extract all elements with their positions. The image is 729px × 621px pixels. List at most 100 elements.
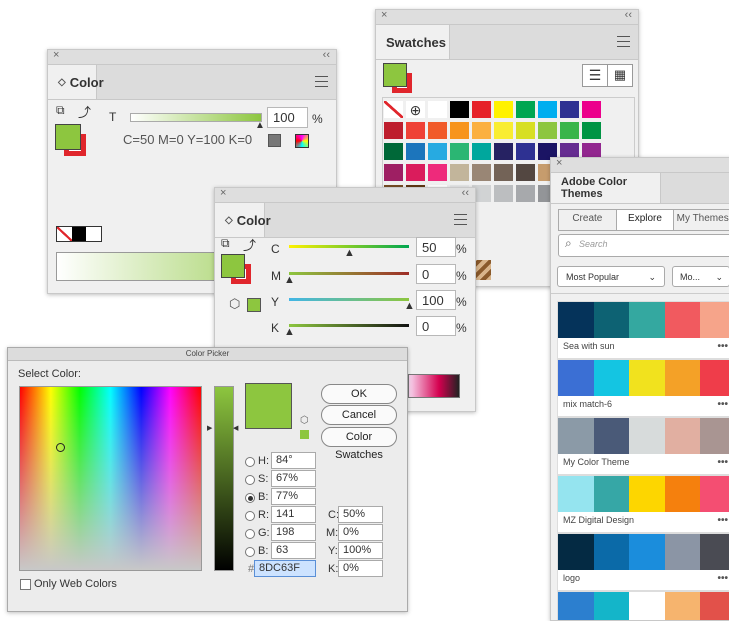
- color-swatch[interactable]: [581, 100, 602, 119]
- tab-adobe-color-themes[interactable]: Adobe Color Themes: [551, 173, 661, 203]
- cancel-button[interactable]: Cancel: [321, 405, 397, 425]
- tab-swatches[interactable]: Swatches: [376, 25, 450, 59]
- filter-dropdown[interactable]: Mo... ⌄: [672, 266, 729, 287]
- gamut-swatch[interactable]: [300, 430, 309, 439]
- close-icon[interactable]: ×: [556, 158, 562, 169]
- search-input[interactable]: ⌕ Search: [558, 234, 729, 257]
- color-swatch[interactable]: [493, 100, 514, 119]
- brightness-radio[interactable]: [245, 493, 255, 503]
- theme-color-chip[interactable]: [558, 592, 594, 620]
- theme-card[interactable]: My Color Theme •••: [557, 417, 729, 475]
- panel-menu-icon[interactable]: [617, 36, 630, 51]
- theme-color-chip[interactable]: [593, 534, 630, 570]
- cyan-field[interactable]: 50%: [338, 506, 383, 523]
- black-field[interactable]: 0%: [338, 560, 383, 577]
- color-swatch[interactable]: [449, 142, 470, 161]
- close-icon[interactable]: ×: [53, 50, 59, 61]
- hue-radio[interactable]: [245, 457, 255, 467]
- saturation-radio[interactable]: [245, 475, 255, 485]
- theme-color-chip[interactable]: [558, 302, 594, 338]
- tab-color[interactable]: ◇ Color: [215, 203, 271, 237]
- color-swatch[interactable]: [493, 184, 514, 203]
- ok-button[interactable]: OK: [321, 384, 397, 404]
- theme-color-chip[interactable]: [558, 360, 594, 396]
- yellow-slider[interactable]: [289, 298, 409, 301]
- color-swatch[interactable]: [515, 121, 536, 140]
- color-swatch[interactable]: [427, 100, 448, 119]
- color-swatch[interactable]: [471, 121, 492, 140]
- more-options-icon[interactable]: •••: [717, 515, 728, 526]
- color-swatch[interactable]: [383, 121, 404, 140]
- theme-color-chip[interactable]: [664, 534, 701, 570]
- color-swatch[interactable]: [405, 163, 426, 182]
- hex-field[interactable]: 8DC63F: [254, 560, 316, 577]
- magenta-value-field[interactable]: 0: [416, 264, 456, 284]
- color-swatch[interactable]: [515, 184, 536, 203]
- color-swatch[interactable]: [515, 100, 536, 119]
- theme-color-chip[interactable]: [629, 534, 665, 570]
- theme-color-chip[interactable]: [664, 476, 701, 512]
- slider-arrow-right[interactable]: ◀: [233, 424, 238, 432]
- color-swatch[interactable]: [471, 142, 492, 161]
- gamut-swatch[interactable]: [247, 298, 261, 312]
- color-field[interactable]: [19, 386, 202, 571]
- theme-card[interactable]: mix match-6 •••: [557, 359, 729, 417]
- theme-color-chip[interactable]: [664, 360, 701, 396]
- default-fill-stroke-icon[interactable]: ⧉: [56, 103, 65, 118]
- black-swatch[interactable]: [71, 227, 87, 241]
- theme-color-chip[interactable]: [558, 534, 594, 570]
- color-swatch[interactable]: [427, 163, 448, 182]
- default-fill-stroke-icon[interactable]: ⧉: [221, 236, 230, 251]
- color-mode-icon[interactable]: [295, 134, 309, 148]
- registration-swatch[interactable]: ⊕: [405, 100, 426, 119]
- theme-color-chip[interactable]: [629, 476, 665, 512]
- cyan-value-field[interactable]: 50: [416, 237, 456, 257]
- none-swatch[interactable]: [57, 227, 72, 241]
- yellow-slider-thumb[interactable]: ▲: [404, 300, 415, 312]
- green-radio[interactable]: [245, 529, 255, 539]
- swap-fill-stroke-icon[interactable]: ⤴: [243, 235, 256, 254]
- none-swatch[interactable]: [383, 100, 404, 119]
- color-swatch[interactable]: [449, 100, 470, 119]
- color-swatch[interactable]: [383, 163, 404, 182]
- color-swatch[interactable]: [559, 121, 580, 140]
- fill-swatch[interactable]: [383, 63, 407, 87]
- black-slider[interactable]: [289, 324, 409, 327]
- theme-color-chip[interactable]: [629, 418, 665, 454]
- fill-swatch[interactable]: [221, 254, 245, 278]
- yellow-field[interactable]: 100%: [338, 542, 383, 559]
- white-swatch[interactable]: [86, 227, 102, 241]
- theme-color-chip[interactable]: [629, 302, 665, 338]
- color-swatch[interactable]: [449, 163, 470, 182]
- green-field[interactable]: 198: [271, 524, 316, 541]
- theme-color-chip[interactable]: [700, 418, 729, 454]
- list-view-icon[interactable]: ☰: [582, 64, 608, 87]
- theme-card[interactable]: logo •••: [557, 533, 729, 591]
- collapse-icon[interactable]: ‹‹: [625, 10, 632, 21]
- brightness-slider[interactable]: [214, 386, 234, 571]
- hue-field[interactable]: 84°: [271, 452, 316, 469]
- out-of-gamut-icon[interactable]: ⬡: [300, 415, 309, 426]
- more-options-icon[interactable]: •••: [717, 399, 728, 410]
- theme-color-chip[interactable]: [700, 592, 729, 620]
- color-swatch[interactable]: [559, 100, 580, 119]
- color-swatch[interactable]: [471, 163, 492, 182]
- color-field-cursor[interactable]: [56, 443, 65, 452]
- brightness-field[interactable]: 77%: [271, 488, 316, 505]
- color-spectrum-bar[interactable]: [408, 374, 460, 398]
- color-swatch[interactable]: [537, 121, 558, 140]
- theme-color-chip[interactable]: [629, 360, 665, 396]
- close-icon[interactable]: ×: [220, 188, 226, 199]
- theme-color-chip[interactable]: [593, 476, 630, 512]
- theme-color-chip[interactable]: [700, 302, 729, 338]
- theme-color-chip[interactable]: [558, 418, 594, 454]
- color-swatch[interactable]: [515, 142, 536, 161]
- theme-color-chip[interactable]: [664, 592, 701, 620]
- close-icon[interactable]: ×: [381, 10, 387, 21]
- theme-color-chip[interactable]: [664, 302, 701, 338]
- sort-dropdown[interactable]: Most Popular ⌄: [557, 266, 665, 287]
- theme-color-chip[interactable]: [700, 476, 729, 512]
- theme-color-chip[interactable]: [558, 476, 594, 512]
- fill-swatch[interactable]: [55, 124, 81, 150]
- tint-slider[interactable]: [130, 113, 262, 122]
